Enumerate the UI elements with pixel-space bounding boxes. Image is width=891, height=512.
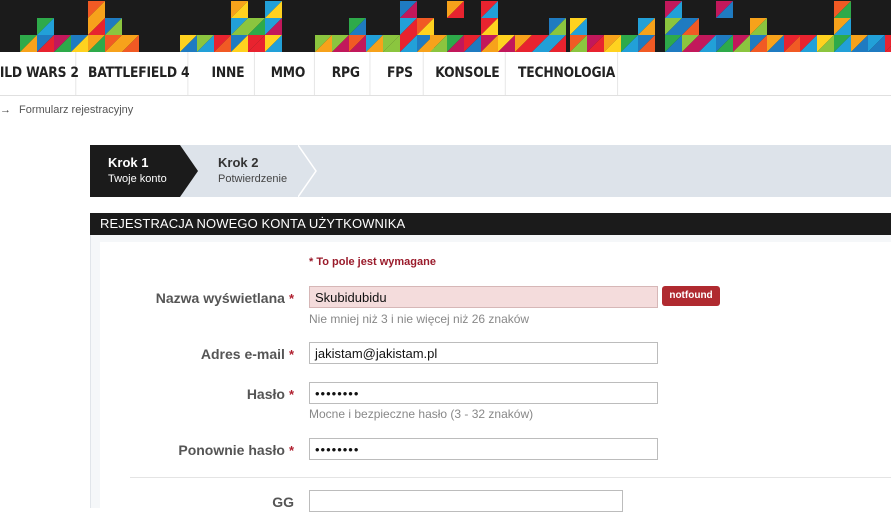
display-name-input[interactable]: Skubidubidu: [309, 286, 658, 308]
step-arrow-icon: [180, 145, 198, 197]
password-repeat-input[interactable]: ••••••••: [309, 438, 658, 460]
main-nav: UILD WARS 2 BATTLEFIELD 4 INNE MMO RPG F…: [0, 52, 891, 96]
gg-input[interactable]: [309, 490, 623, 512]
step-1-subtitle: Twoje konto: [108, 173, 167, 185]
password-label: Hasło *: [246, 386, 294, 402]
nav-item-inne[interactable]: INNE: [202, 52, 255, 95]
form-section-header: REJESTRACJA NOWEGO KONTA UŻYTKOWNIKA: [90, 213, 891, 235]
breadcrumb-current: Formularz rejestracyjny: [19, 104, 134, 116]
nav-item-technologia[interactable]: TECHNOLOGIA: [516, 52, 619, 95]
nav-item-mmo[interactable]: MMO: [262, 52, 315, 95]
step-separator-icon: [298, 145, 317, 197]
step-2-title: Krok 2: [218, 155, 259, 170]
mosaic-pattern: [20, 1, 891, 52]
breadcrumb-arrow-icon: →: [0, 104, 11, 116]
required-field-note: * To pole jest wymagane: [309, 256, 436, 268]
nav-item-battlefield-4[interactable]: BATTLEFIELD 4: [88, 52, 190, 95]
nav-item-guild-wars-2[interactable]: UILD WARS 2: [0, 52, 79, 95]
form-body: [100, 242, 891, 508]
display-name-hint: Nie mniej niż 3 i nie więcej niż 26 znak…: [309, 312, 530, 326]
nav-item-rpg[interactable]: RPG: [322, 52, 371, 95]
breadcrumb: → Formularz rejestracyjny: [0, 104, 133, 116]
nav-item-konsole[interactable]: KONSOLE: [430, 52, 506, 95]
nav-item-fps[interactable]: FPS: [377, 52, 424, 95]
password-repeat-label: Ponownie hasło *: [178, 442, 294, 458]
decorative-banner: [0, 0, 891, 52]
step-1-active: Krok 1 Twoje konto: [90, 145, 180, 197]
password-input[interactable]: ••••••••: [309, 382, 658, 404]
display-name-label: Nazwa wyświetlana *: [155, 290, 294, 306]
email-label: Adres e-mail *: [200, 346, 294, 362]
error-badge: notfound: [662, 286, 720, 306]
step-2-subtitle: Potwierdzenie: [218, 173, 288, 185]
step-1-title: Krok 1: [108, 155, 149, 170]
email-input[interactable]: jakistam@jakistam.pl: [309, 342, 658, 364]
registration-steps: Krok 1 Twoje konto Krok 2 Potwierdzenie: [90, 145, 891, 197]
form-divider: [130, 477, 891, 478]
password-hint: Mocne i bezpieczne hasło (3 - 32 znaków): [309, 407, 534, 421]
